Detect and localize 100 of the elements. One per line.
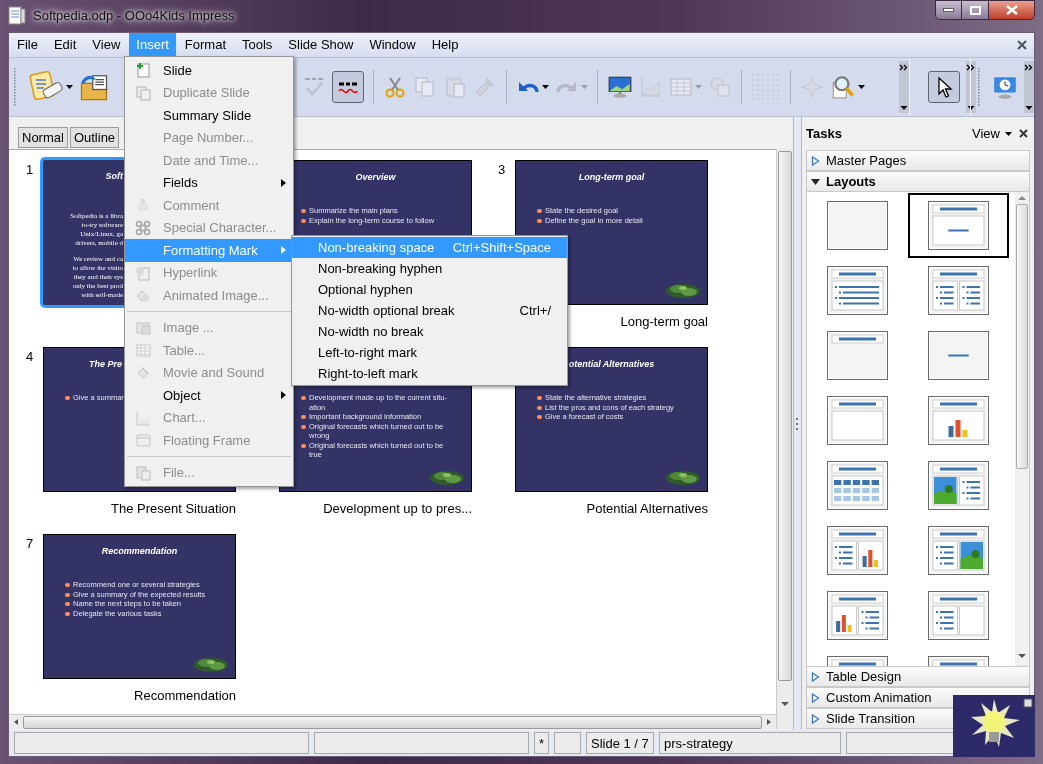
slide-caption: Recommendation	[134, 688, 236, 703]
bullet-icon	[301, 209, 306, 213]
vertical-scrollbar[interactable]	[776, 149, 793, 729]
slide-number: 4	[26, 349, 34, 364]
section-header[interactable]: Layouts	[806, 171, 1030, 192]
layout-thumbnail[interactable]	[827, 526, 888, 575]
menu-item[interactable]: Summary Slide	[125, 104, 293, 127]
panel-title: Tasks	[806, 124, 842, 143]
caret-icon[interactable]	[858, 85, 865, 89]
menu-item[interactable]: Window	[362, 33, 423, 57]
minimize-button[interactable]	[935, 0, 962, 20]
status-field: *	[534, 732, 549, 754]
bullet-icon	[537, 415, 542, 419]
menu-item[interactable]: Slide	[125, 59, 293, 82]
slide-title: Soft	[105, 171, 123, 181]
close-icon[interactable]	[1017, 40, 1027, 50]
view-tab[interactable]: Outline	[69, 127, 120, 148]
caret-icon[interactable]	[542, 85, 549, 89]
splitter-grip-icon[interactable]	[796, 417, 799, 430]
scrollbar-thumb[interactable]	[1016, 204, 1028, 469]
triangle-icon	[811, 713, 820, 724]
slide-number: 1	[26, 162, 34, 177]
monitor-icon[interactable]	[607, 74, 633, 100]
section-header[interactable]: Table Design	[806, 666, 1030, 687]
triangle-icon	[811, 692, 820, 703]
slide-title: The Pre	[89, 359, 122, 369]
grip-icon[interactable]	[13, 67, 16, 107]
layout-thumbnail[interactable]	[827, 331, 888, 380]
maximize-button[interactable]	[962, 0, 988, 20]
magnifier-icon[interactable]	[830, 74, 856, 100]
bullet-icon	[301, 396, 306, 400]
close-button[interactable]	[988, 0, 1035, 20]
section-header[interactable]: Master Pages	[806, 150, 1030, 171]
scissors-icon[interactable]	[383, 75, 407, 99]
menu-item[interactable]: File	[10, 33, 45, 57]
triangle-icon	[811, 671, 820, 682]
bullet-icon	[301, 415, 306, 419]
slide-number: 3	[498, 162, 506, 177]
layout-thumbnail[interactable]	[928, 396, 989, 445]
view-tab[interactable]: Normal	[18, 127, 68, 148]
open-folder-icon[interactable]	[79, 72, 109, 102]
caret-icon[interactable]	[1005, 131, 1012, 136]
layout-thumbnail[interactable]	[928, 526, 989, 575]
image-icon	[135, 319, 151, 336]
layout-thumbnail[interactable]	[928, 331, 989, 380]
layout-thumbnail[interactable]	[908, 193, 1009, 258]
frame-icon	[135, 432, 151, 449]
table-icon	[135, 342, 151, 359]
bullet-icon	[301, 443, 306, 448]
bullet-icon	[65, 592, 70, 597]
layout-thumbnail[interactable]	[827, 201, 888, 250]
grip-icon[interactable]	[977, 67, 980, 107]
vertical-scrollbar[interactable]	[1015, 192, 1029, 666]
menu-item[interactable]: No-width no break	[292, 321, 567, 342]
bullet-icon	[301, 424, 306, 429]
menu-item[interactable]: Format	[177, 33, 233, 57]
layout-thumbnail[interactable]	[827, 396, 888, 445]
scrollbar-thumb[interactable]	[778, 151, 792, 681]
layout-thumbnail[interactable]	[928, 591, 989, 640]
bullet-icon	[65, 602, 70, 606]
maximize-icon	[969, 5, 981, 15]
bullet-icon	[537, 209, 542, 213]
menu-item[interactable]: View	[85, 33, 128, 57]
slide-caption: Potential Alternatives	[586, 501, 708, 516]
chart-icon	[135, 409, 151, 426]
toolbar-overflow-icon[interactable]	[966, 61, 976, 113]
cloverleaf-icon	[135, 219, 151, 236]
slide-title: otential Alternatives	[568, 359, 655, 369]
file-icon	[135, 464, 151, 481]
caret-icon[interactable]	[66, 85, 73, 89]
menu-item[interactable]: Tools	[235, 33, 280, 57]
bullet-icon	[65, 396, 70, 400]
toolbar-overflow-icon[interactable]	[1024, 61, 1034, 113]
view-menu[interactable]: View	[972, 123, 1000, 144]
menu-item[interactable]: Slide Show	[281, 33, 361, 57]
minimize-icon	[943, 8, 954, 12]
clapper-icon	[135, 364, 151, 381]
slide-title: Long-term goal	[578, 172, 645, 182]
triangle-icon	[811, 177, 820, 186]
bullet-icon	[537, 396, 542, 400]
app-icon	[8, 6, 26, 26]
close-icon	[1005, 5, 1018, 15]
layout-thumbnail[interactable]	[928, 461, 989, 510]
close-icon[interactable]	[1019, 129, 1028, 138]
pages-icon	[135, 84, 151, 101]
bullet-icon	[65, 611, 70, 616]
layout-thumbnail[interactable]	[827, 591, 888, 640]
layout-thumbnail[interactable]	[827, 461, 888, 510]
bullet-icon	[65, 583, 70, 587]
triangle-icon	[811, 155, 820, 166]
window-title: Softpedia.odp - OOo4Kids Impress	[33, 7, 235, 25]
slide-title: Recommendation	[101, 546, 178, 556]
menu-item[interactable]: Edit	[46, 33, 84, 57]
bullet-icon	[537, 405, 542, 410]
layout-thumbnail[interactable]	[827, 266, 888, 315]
document-icon	[135, 264, 151, 281]
layout-thumbnail[interactable]	[928, 266, 989, 315]
menu-item[interactable]: Help	[424, 33, 466, 57]
clock-icon[interactable]	[992, 74, 1018, 100]
toolbar-overflow-icon[interactable]	[899, 61, 909, 113]
